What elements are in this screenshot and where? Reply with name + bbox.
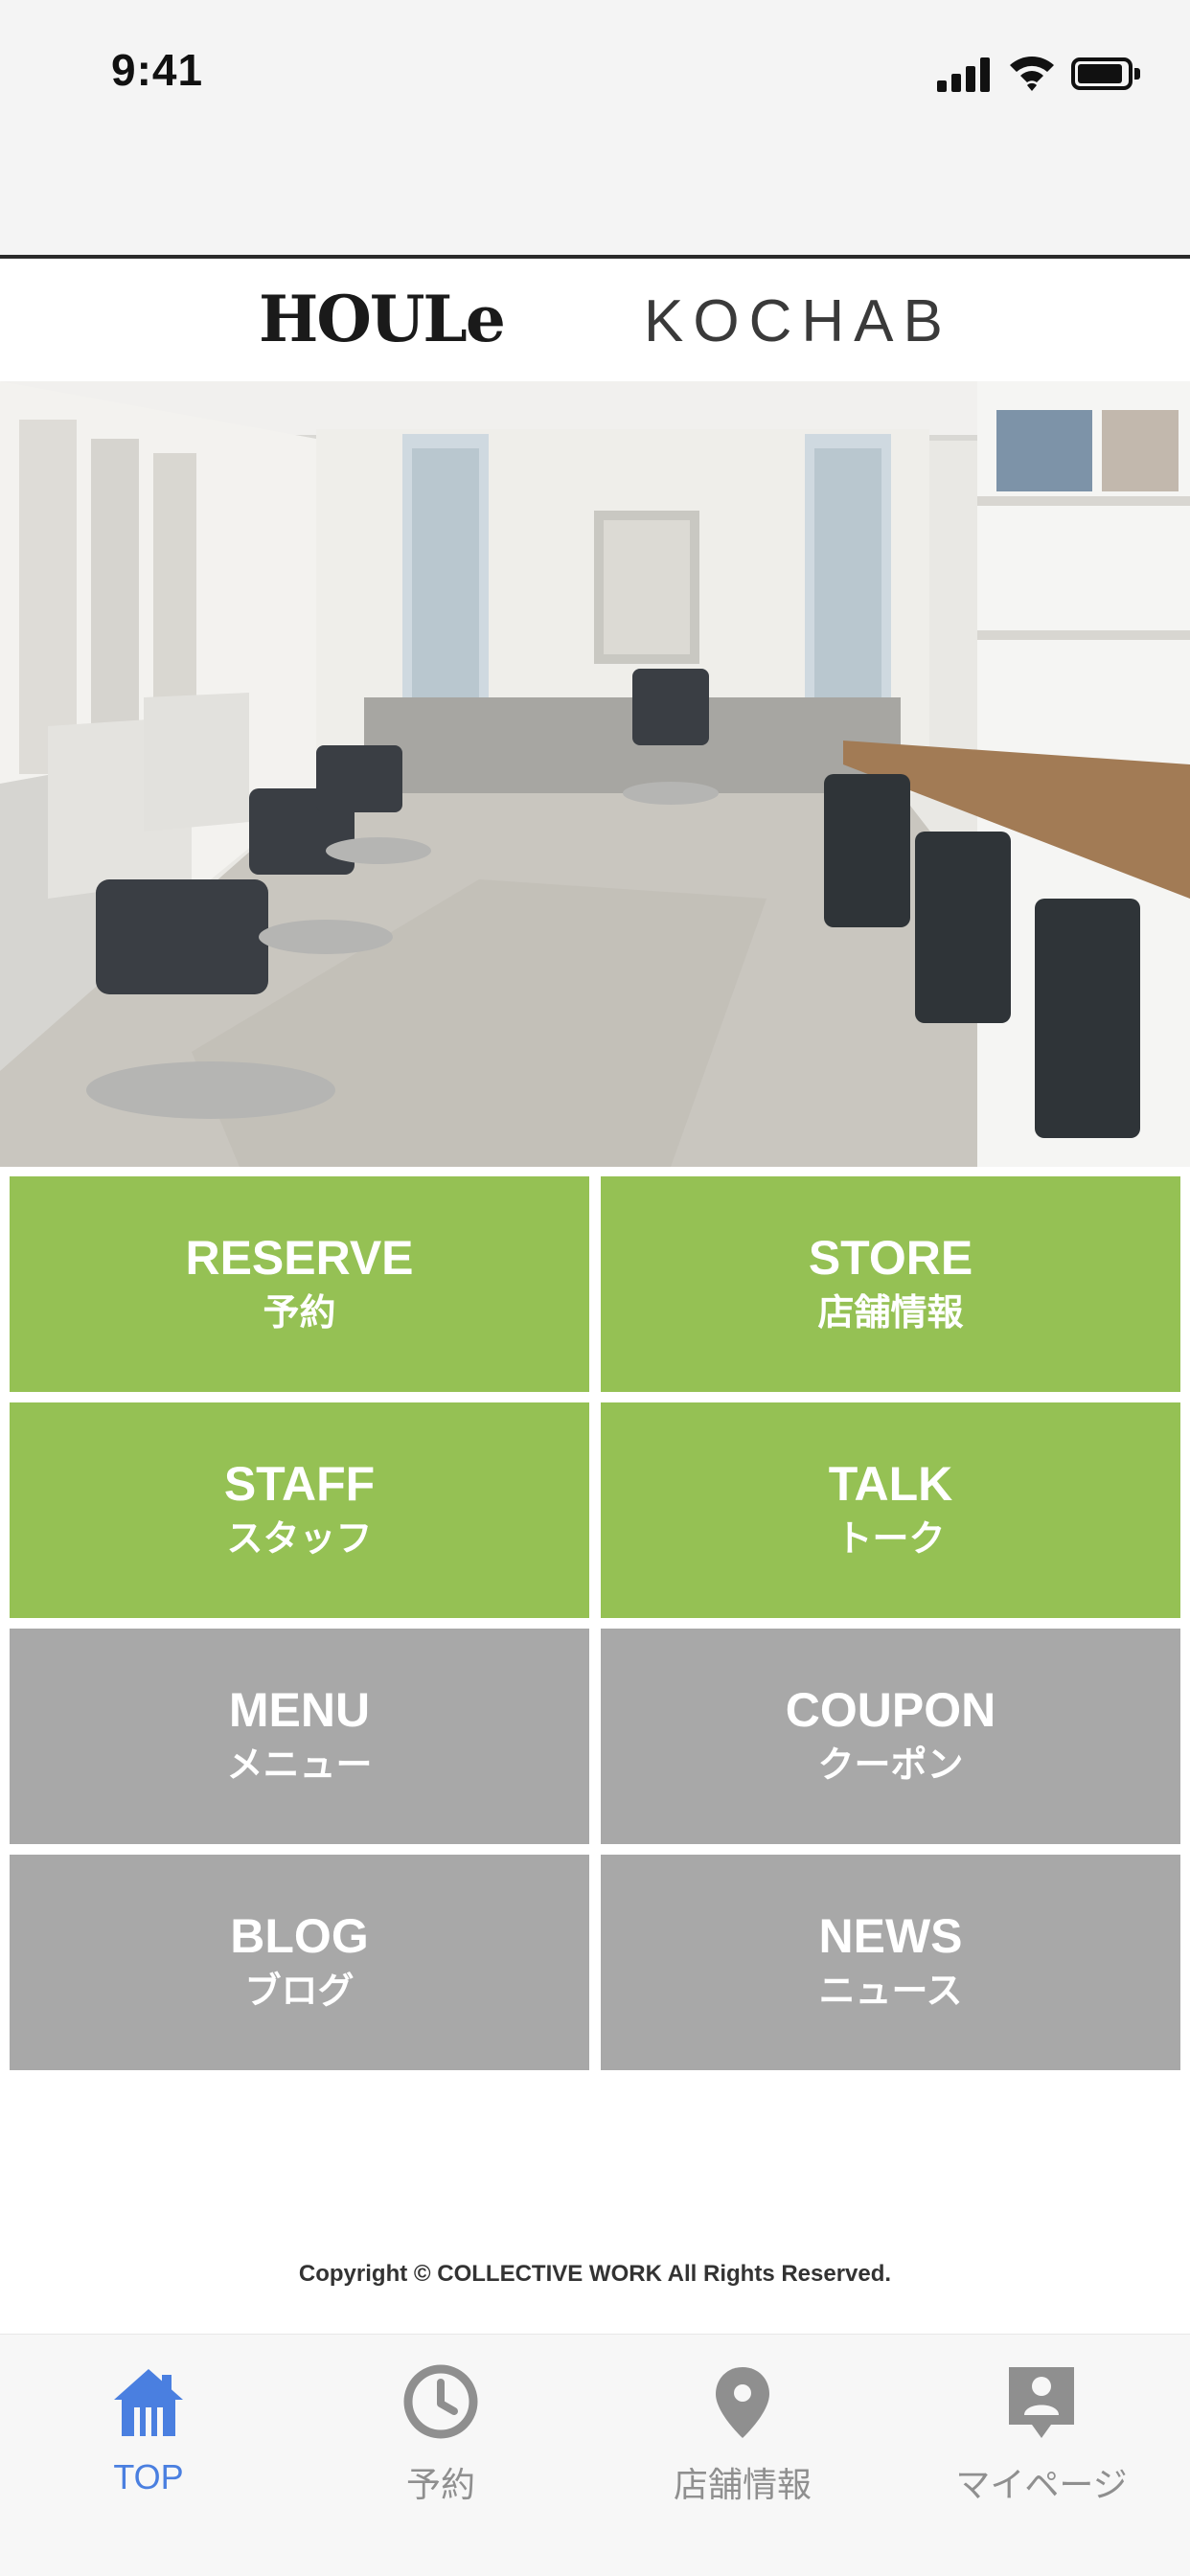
reserve-button[interactable]: RESERVE 予約: [10, 1176, 589, 1392]
tile-title: BLOG: [230, 1908, 369, 1963]
tab-label: 予約: [405, 2465, 475, 2504]
tile-title: NEWS: [818, 1908, 963, 1963]
tile-title: TALK: [828, 1456, 953, 1511]
tile-subtitle: スタッフ: [226, 1518, 373, 1560]
wifi-icon: [1010, 57, 1054, 91]
status-time: 9:41: [111, 45, 204, 95]
tab-store-info[interactable]: 店舗情報: [594, 2335, 891, 2526]
tab-mypage[interactable]: マイページ: [893, 2335, 1190, 2526]
copyright-text: Copyright © COLLECTIVE WORK All Rights R…: [298, 2261, 892, 2287]
tile-subtitle: ニュース: [818, 1971, 963, 2012]
tab-label: 店舗情報: [673, 2465, 812, 2504]
talk-button[interactable]: TALK トーク: [601, 1402, 1180, 1618]
map-pin-icon: [716, 2367, 769, 2438]
tile-title: STAFF: [223, 1456, 376, 1511]
brand-header: HOULe KOCHAB: [0, 259, 1190, 381]
logo-houle: HOULe: [259, 282, 506, 356]
coupon-button[interactable]: COUPON クーポン: [601, 1629, 1180, 1844]
tile-title: MENU: [228, 1682, 371, 1737]
profile-badge-icon: [1009, 2367, 1074, 2438]
status-bar: 9:41: [0, 0, 1190, 259]
home-icon: [114, 2369, 183, 2436]
logo-kochab: KOCHAB: [644, 288, 952, 354]
tile-subtitle: トーク: [835, 1518, 946, 1560]
clock-icon: [403, 2364, 478, 2439]
tab-top[interactable]: TOP: [0, 2335, 297, 2526]
bottom-tab-bar: TOP 予約 店舗情報 マイページ: [0, 2334, 1190, 2576]
store-button[interactable]: STORE 店舗情報: [601, 1176, 1180, 1392]
tile-subtitle: 店舗情報: [817, 1292, 964, 1334]
tile-title: RESERVE: [185, 1230, 414, 1285]
news-button[interactable]: NEWS ニュース: [601, 1855, 1180, 2070]
battery-icon: [1071, 57, 1140, 90]
blog-button[interactable]: BLOG ブログ: [10, 1855, 589, 2070]
tab-reserve[interactable]: 予約: [292, 2335, 589, 2526]
tile-subtitle: クーポン: [817, 1744, 964, 1786]
tab-label: マイページ: [955, 2465, 1128, 2504]
signal-icon: [937, 56, 991, 92]
tab-label: TOP: [113, 2457, 184, 2496]
tile-subtitle: メニュー: [226, 1744, 373, 1786]
tile-subtitle: 予約: [263, 1292, 336, 1334]
salon-hero-image: [0, 381, 1190, 1167]
staff-button[interactable]: STAFF スタッフ: [10, 1402, 589, 1618]
tile-subtitle: ブログ: [244, 1971, 355, 2012]
tile-title: COUPON: [785, 1682, 996, 1737]
menu-button[interactable]: MENU メニュー: [10, 1629, 589, 1844]
tile-title: STORE: [808, 1230, 973, 1285]
